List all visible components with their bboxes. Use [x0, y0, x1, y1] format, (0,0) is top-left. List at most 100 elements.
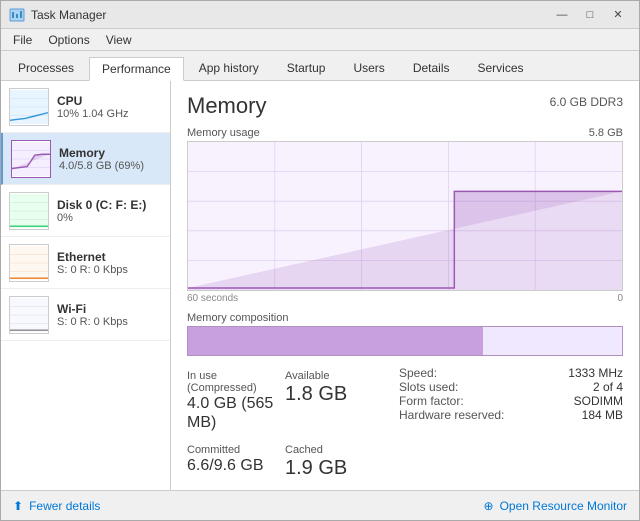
form-value: SODIMM [574, 394, 623, 408]
hw-value: 184 MB [582, 408, 623, 422]
speed-value: 1333 MHz [568, 366, 623, 380]
tab-services[interactable]: Services [465, 56, 537, 80]
stats-left: In use (Compressed) 4.0 GB (565 MB) Avai… [187, 366, 383, 490]
sidebar-item-cpu[interactable]: CPU 10% 1.04 GHz [1, 81, 170, 133]
ethernet-info: Ethernet S: 0 R: 0 Kbps [57, 250, 162, 276]
minimize-button[interactable]: — [549, 5, 575, 25]
composition-label: Memory composition [187, 312, 623, 324]
tab-processes[interactable]: Processes [5, 56, 87, 80]
menu-file[interactable]: File [5, 31, 40, 49]
chart-label-row: Memory usage 5.8 GB [187, 127, 623, 139]
wifi-desc: S: 0 R: 0 Kbps [57, 316, 162, 328]
memory-info: Memory 4.0/5.8 GB (69%) [59, 146, 162, 172]
wifi-info: Wi-Fi S: 0 R: 0 Kbps [57, 302, 162, 328]
main-panel: Memory 6.0 GB DDR3 Memory usage 5.8 GB [171, 81, 639, 490]
committed-block: Committed 6.6/9.6 GB [187, 440, 285, 484]
cached-value: 1.9 GB [285, 456, 383, 480]
speed-row: Speed: 1333 MHz [399, 366, 623, 380]
ethernet-name: Ethernet [57, 250, 162, 264]
main-title-block: Memory [187, 93, 266, 119]
available-block: Available 1.8 GB [285, 366, 383, 436]
wifi-mini-chart [9, 296, 49, 334]
ethernet-desc: S: 0 R: 0 Kbps [57, 264, 162, 276]
cpu-info: CPU 10% 1.04 GHz [57, 94, 162, 120]
sidebar-item-wifi[interactable]: Wi-Fi S: 0 R: 0 Kbps [1, 289, 170, 341]
cached-label: Cached [285, 444, 383, 456]
tab-users[interactable]: Users [340, 56, 397, 80]
available-label: Available [285, 370, 383, 382]
fewer-details-link[interactable]: ⬆ Fewer details [13, 499, 100, 513]
tab-app-history[interactable]: App history [186, 56, 272, 80]
tab-details[interactable]: Details [400, 56, 463, 80]
fewer-details-icon: ⬆ [13, 499, 23, 513]
title-controls: — □ ✕ [549, 5, 631, 25]
title-bar: Task Manager — □ ✕ [1, 1, 639, 29]
available-segment [483, 327, 622, 355]
slots-value: 2 of 4 [593, 380, 623, 394]
sidebar-item-disk[interactable]: Disk 0 (C: F: E:) 0% [1, 185, 170, 237]
committed-value: 6.6/9.6 GB [187, 456, 285, 475]
main-header: Memory 6.0 GB DDR3 [187, 93, 623, 119]
stats-section: In use (Compressed) 4.0 GB (565 MB) Avai… [187, 366, 623, 490]
fewer-details-text: Fewer details [29, 499, 100, 513]
tab-startup[interactable]: Startup [274, 56, 339, 80]
monitor-icon: ⊕ [484, 499, 494, 513]
ethernet-mini-chart [9, 244, 49, 282]
cpu-mini-chart [9, 88, 49, 126]
open-monitor-text: Open Resource Monitor [500, 499, 627, 513]
in-use-value: 4.0 GB (565 MB) [187, 394, 285, 432]
slots-row: Slots used: 2 of 4 [399, 380, 623, 394]
content-area: CPU 10% 1.04 GHz Memory 4 [1, 81, 639, 490]
memory-desc: 4.0/5.8 GB (69%) [59, 160, 162, 172]
hw-label: Hardware reserved: [399, 408, 504, 422]
tab-performance[interactable]: Performance [89, 57, 184, 81]
chart-time: 60 seconds 0 [187, 293, 623, 304]
maximize-button[interactable]: □ [577, 5, 603, 25]
chart-max-label: 5.8 GB [589, 127, 623, 139]
in-use-block: In use (Compressed) 4.0 GB (565 MB) [187, 366, 285, 436]
speed-label: Speed: [399, 366, 437, 380]
hw-row: Hardware reserved: 184 MB [399, 408, 623, 422]
composition-section: Memory composition [187, 312, 623, 356]
form-label: Form factor: [399, 394, 464, 408]
disk-mini-chart [9, 192, 49, 230]
disk-desc: 0% [57, 212, 162, 224]
in-use-label: In use (Compressed) [187, 370, 285, 394]
memory-usage-chart [187, 141, 623, 291]
cached-block: Cached 1.9 GB [285, 440, 383, 484]
usage-chart-section: Memory usage 5.8 GB [187, 127, 623, 304]
page-title: Memory [187, 93, 266, 119]
form-row: Form factor: SODIMM [399, 394, 623, 408]
open-resource-monitor-link[interactable]: ⊕ Open Resource Monitor [484, 499, 627, 513]
memory-mini-chart [11, 140, 51, 178]
sidebar: CPU 10% 1.04 GHz Memory 4 [1, 81, 171, 490]
footer-bar: ⬆ Fewer details ⊕ Open Resource Monitor [1, 490, 639, 520]
disk-info: Disk 0 (C: F: E:) 0% [57, 198, 162, 224]
committed-label: Committed [187, 444, 285, 456]
memory-type: 6.0 GB DDR3 [550, 95, 623, 109]
slots-label: Slots used: [399, 380, 458, 394]
sidebar-item-memory[interactable]: Memory 4.0/5.8 GB (69%) [1, 133, 170, 185]
chart-time-right: 0 [617, 293, 623, 304]
available-value: 1.8 GB [285, 382, 383, 406]
menu-bar: File Options View [1, 29, 639, 51]
chart-time-left: 60 seconds [187, 293, 238, 304]
cpu-name: CPU [57, 94, 162, 108]
window-title: Task Manager [31, 8, 106, 22]
chart-label-text: Memory usage [187, 127, 260, 139]
title-bar-left: Task Manager [9, 7, 106, 23]
cpu-desc: 10% 1.04 GHz [57, 108, 162, 120]
wifi-name: Wi-Fi [57, 302, 162, 316]
disk-name: Disk 0 (C: F: E:) [57, 198, 162, 212]
composition-bar [187, 326, 623, 356]
in-use-segment [188, 327, 483, 355]
sidebar-item-ethernet[interactable]: Ethernet S: 0 R: 0 Kbps [1, 237, 170, 289]
menu-view[interactable]: View [98, 31, 140, 49]
task-manager-window: Task Manager — □ ✕ File Options View Pro… [0, 0, 640, 521]
tab-bar: Processes Performance App history Startu… [1, 51, 639, 81]
memory-name: Memory [59, 146, 162, 160]
menu-options[interactable]: Options [40, 31, 97, 49]
stats-right: Speed: 1333 MHz Slots used: 2 of 4 Form … [383, 366, 623, 490]
close-button[interactable]: ✕ [605, 5, 631, 25]
app-icon [9, 7, 25, 23]
